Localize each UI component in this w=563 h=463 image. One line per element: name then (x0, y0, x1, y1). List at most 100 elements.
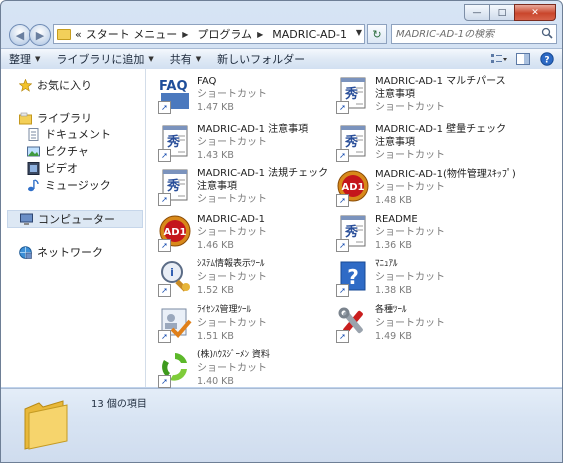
shortcut-arrow-icon: ➚ (336, 101, 349, 114)
preview-pane-button[interactable] (514, 51, 532, 66)
file-item-house-material[interactable]: ➚ (株)ﾊｳｽｼﾞｰﾒﾝ 資料 ショートカット 1.40 KB (150, 347, 330, 393)
file-name: MADRIC-AD-1(物件管理ｽｷｯﾌﾟ) (375, 169, 516, 180)
shortcut-arrow-icon: ➚ (336, 330, 349, 343)
library-icon (19, 112, 32, 125)
nav-favorites-label: お気に入り (37, 79, 92, 92)
nav-network-label: ネットワーク (37, 246, 103, 259)
organize-menu[interactable]: 整理 ▼ (1, 49, 48, 69)
add-to-library-menu[interactable]: ライブラリに追加 ▼ (48, 49, 161, 69)
file-size: 1.51 KB (197, 331, 234, 342)
dropdown-arrow-icon: ▼ (195, 55, 202, 63)
breadcrumb-overflow[interactable]: « (75, 28, 82, 41)
file-size: 1.52 KB (197, 285, 234, 296)
breadcrumb-label: プログラム (197, 28, 253, 41)
search-input[interactable] (396, 28, 536, 40)
file-item-madric-legal-check[interactable]: 秀 ➚ MADRIC-AD-1 法規チェック 注意事項 ショートカット (150, 165, 330, 211)
file-item-madric-notes[interactable]: 秀 ➚ MADRIC-AD-1 注意事項 ショートカット 1.43 KB (150, 121, 330, 167)
file-item-madric-skip[interactable]: AD1 ➚ MADRIC-AD-1(物件管理ｽｷｯﾌﾟ) ショートカット 1.48 … (328, 166, 518, 212)
file-item-license-tool[interactable]: ➚ ﾗｲｾﾝｽ管理ﾂｰﾙ ショートカット 1.51 KB (150, 302, 330, 348)
file-name: FAQ (197, 76, 217, 87)
file-type: ショートカット (197, 363, 267, 374)
address-bar[interactable]: « スタート メニュー ▶ プログラム ▶ MADRIC-AD-1 ▼ (53, 24, 365, 44)
file-item-madric-wall-check[interactable]: 秀 ➚ MADRIC-AD-1 壁量チェック 注意事項 ショートカット (328, 121, 518, 167)
file-size: 1.43 KB (197, 150, 234, 161)
system-info-icon: i ➚ (158, 259, 192, 297)
shortcut-arrow-icon: ➚ (336, 149, 349, 162)
svg-text:AD1: AD1 (164, 227, 187, 238)
search-icon[interactable] (541, 27, 553, 39)
back-button[interactable]: ◀ (9, 24, 31, 46)
nav-music[interactable]: ミュージック (27, 177, 111, 193)
chevron-right-icon[interactable]: ▶ (257, 30, 263, 39)
close-button[interactable]: ✕ (514, 4, 556, 21)
computer-icon (20, 213, 33, 226)
ad1-app-icon: AD1 ➚ (336, 169, 370, 207)
nav-pictures-label: ピクチャ (45, 145, 89, 158)
file-type: ショートカット (197, 137, 267, 148)
file-size: 1.46 KB (197, 240, 234, 251)
file-item-faq[interactable]: FAQ ➚ FAQ ショートカット 1.47 KB (150, 73, 330, 119)
file-item-readme[interactable]: 秀 ➚ README ショートカット 1.36 KB (328, 211, 518, 257)
file-item-various-tools[interactable]: ➚ 各種ﾂｰﾙ ショートカット 1.49 KB (328, 302, 518, 348)
address-dropdown-icon[interactable]: ▼ (356, 28, 362, 37)
file-type: ショートカット (375, 227, 445, 238)
videos-icon (27, 161, 40, 175)
add-to-library-label: ライブラリに追加 (56, 53, 145, 66)
forward-arrow-icon: ▶ (35, 28, 45, 42)
document-icon: 秀 ➚ (158, 124, 192, 162)
navigation-pane: お気に入り ライブラリ ドキュメント ピクチャ ビデオ ミュージック コンピュー… (1, 69, 146, 387)
svg-text:AD1: AD1 (342, 182, 365, 193)
nav-videos[interactable]: ビデオ (27, 160, 78, 176)
nav-computer[interactable]: コンピューター (7, 210, 143, 228)
maximize-button[interactable]: □ (489, 4, 515, 21)
file-list: FAQ ➚ FAQ ショートカット 1.47 KB 秀 ➚ MADRIC-AD-1 … (146, 69, 562, 388)
file-name: MADRIC-AD-1 (197, 214, 265, 225)
file-name: ﾗｲｾﾝｽ管理ﾂｰﾙ (197, 305, 252, 315)
nav-documents[interactable]: ドキュメント (27, 126, 111, 142)
share-label: 共有 (169, 53, 192, 66)
new-folder-button[interactable]: 新しいフォルダー (209, 49, 313, 69)
tools-icon: ➚ (336, 305, 370, 343)
file-type: ショートカット (375, 182, 445, 193)
file-name: ﾏﾆｭｱﾙ (375, 259, 398, 269)
shortcut-arrow-icon: ➚ (158, 101, 171, 114)
star-icon (19, 78, 32, 92)
file-item-madric-app[interactable]: AD1 ➚ MADRIC-AD-1 ショートカット 1.46 KB (150, 211, 330, 257)
chevron-right-icon[interactable]: ▶ (182, 30, 188, 39)
file-name: MADRIC-AD-1 マルチパース 注意事項 (375, 76, 506, 100)
file-type: ショートカット (375, 272, 445, 283)
share-menu[interactable]: 共有 ▼ (162, 49, 209, 69)
nav-network[interactable]: ネットワーク (19, 244, 103, 260)
breadcrumb-programs[interactable]: プログラム ▶ (197, 26, 268, 42)
file-item-madric-multi-perspective[interactable]: 秀 ➚ MADRIC-AD-1 マルチパース 注意事項 ショートカット (328, 73, 518, 119)
ad1-app-icon: AD1 ➚ (158, 214, 192, 252)
breadcrumb-label: MADRIC-AD-1 (272, 27, 347, 41)
file-item-manual[interactable]: ? ➚ ﾏﾆｭｱﾙ ショートカット 1.38 KB (328, 256, 518, 302)
shortcut-arrow-icon: ➚ (158, 284, 171, 297)
dropdown-arrow-icon: ▼ (35, 55, 41, 63)
file-type: ショートカット (375, 318, 445, 329)
help-button[interactable]: ? (538, 51, 556, 66)
refresh-button[interactable]: ↻ (367, 24, 387, 44)
change-view-button[interactable] (490, 51, 508, 66)
breadcrumb-madric[interactable]: MADRIC-AD-1 (272, 28, 347, 41)
nav-favorites[interactable]: お気に入り (19, 77, 92, 93)
breadcrumb-start-menu[interactable]: スタート メニュー ▶ (86, 26, 194, 42)
shortcut-arrow-icon: ➚ (158, 239, 171, 252)
forward-button[interactable]: ▶ (29, 24, 51, 46)
nav-music-label: ミュージック (45, 179, 111, 192)
file-item-system-info[interactable]: i ➚ ｼｽﾃﾑ情報表示ﾂｰﾙ ショートカット 1.52 KB (150, 256, 330, 302)
file-type: ショートカット (375, 102, 445, 113)
svg-text:FAQ: FAQ (159, 79, 188, 94)
nav-libraries[interactable]: ライブラリ (19, 110, 92, 126)
nav-pictures[interactable]: ピクチャ (27, 143, 89, 159)
nav-computer-label: コンピューター (38, 213, 115, 226)
file-name: README (375, 214, 418, 225)
shortcut-arrow-icon: ➚ (336, 239, 349, 252)
breadcrumb-label: スタート メニュー (85, 28, 178, 41)
help-icon: ? (540, 51, 554, 66)
shortcut-arrow-icon: ➚ (336, 284, 349, 297)
file-name: (株)ﾊｳｽｼﾞｰﾒﾝ 資料 (197, 350, 270, 360)
license-icon: ➚ (158, 305, 192, 343)
minimize-button[interactable]: — (464, 4, 490, 21)
